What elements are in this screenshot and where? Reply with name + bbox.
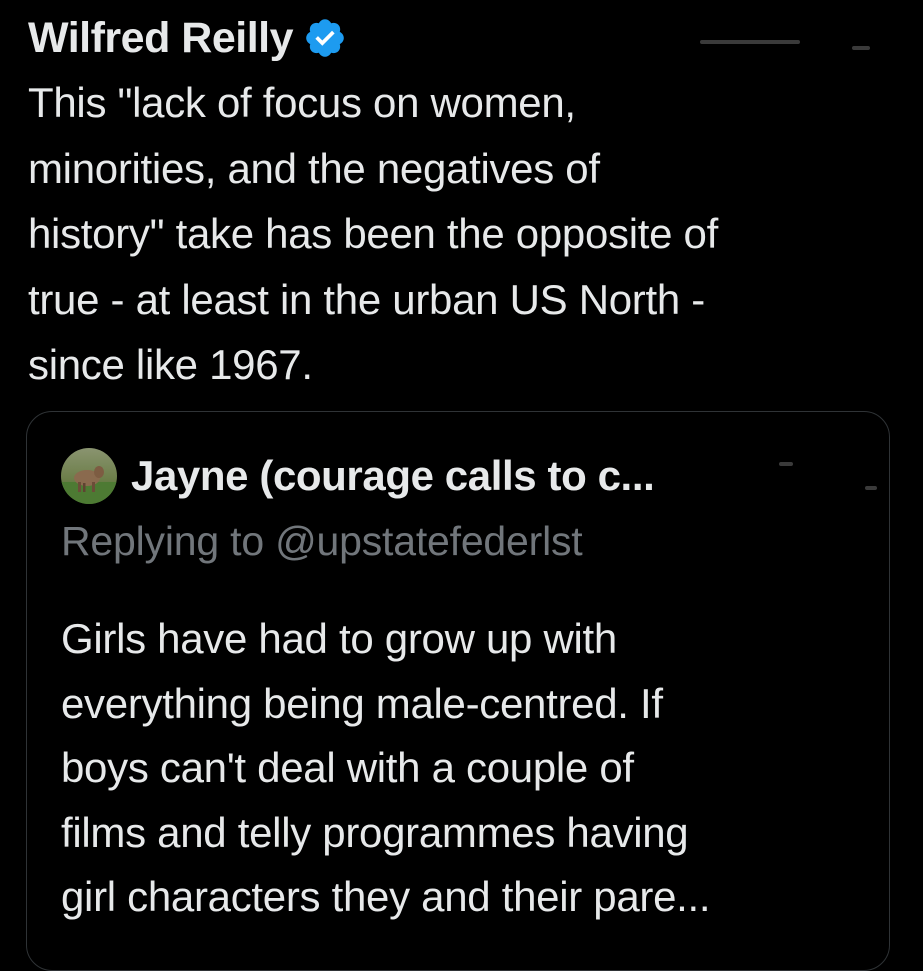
quoted-tweet-text: Girls have had to grow up with everythin…	[61, 615, 711, 920]
replying-to-label: Replying to @upstatefederlst	[61, 518, 583, 564]
tweet-text: This "lack of focus on women, minorities…	[28, 79, 718, 388]
tweet-author[interactable]: Wilfred Reilly	[28, 10, 347, 66]
verified-badge-icon	[306, 19, 344, 57]
author-name[interactable]: Wilfred Reilly	[28, 10, 294, 66]
quoted-author-name[interactable]: Jayne (courage calls to c...	[131, 452, 655, 500]
redacted-handle-mark	[779, 462, 793, 466]
quoted-tweet-header[interactable]: Jayne (courage calls to c...	[61, 446, 655, 506]
tweet: Wilfred Reilly This "lack of focus on wo…	[0, 0, 923, 971]
redacted-handle-mark	[852, 46, 870, 50]
avatar[interactable]	[61, 448, 117, 504]
redacted-handle-mark	[700, 40, 800, 44]
redacted-handle-mark	[865, 486, 877, 490]
avatar-deer-photo	[61, 448, 117, 504]
quoted-tweet-card[interactable]: Jayne (courage calls to c... Replying to…	[26, 411, 890, 971]
